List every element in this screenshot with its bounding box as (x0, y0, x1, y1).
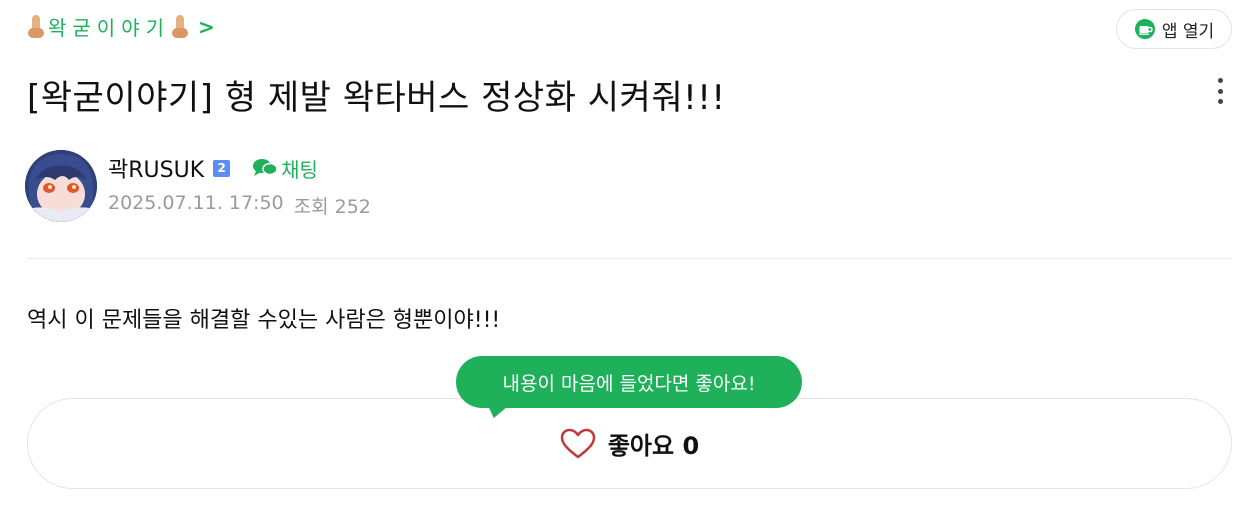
chat-bubbles-icon (253, 159, 278, 176)
like-tooltip: 내용이 마음에 들었다면 좋아요! (456, 356, 802, 408)
post-date: 2025.07.11. 17:50 (108, 192, 284, 214)
level-badge: 2 (213, 159, 231, 177)
chat-label: 채팅 (281, 157, 318, 182)
chevron-right-icon: > (198, 14, 215, 39)
board-link[interactable]: 왁굳이야기 > (28, 12, 215, 41)
author-row: 곽RUSUK 2 채팅 (108, 152, 318, 184)
board-name: 왁굳이야기 (48, 16, 170, 40)
open-app-button[interactable]: 앱 열기 (1116, 9, 1232, 49)
post-body: 역시 이 문제들을 해결할 수있는 사람은 형뿐이야!!! (27, 308, 501, 333)
nose-emoji-icon (28, 14, 44, 39)
post-meta: 2025.07.11. 17:50 조회 252 (108, 192, 371, 219)
heart-icon (560, 428, 596, 460)
view-count: 조회 252 (293, 196, 371, 218)
avatar[interactable] (25, 150, 97, 222)
post-title: [왁굳이야기] 형 제발 왁타버스 정상화 시켜줘!!! (27, 78, 726, 118)
like-count-label: 좋아요 0 (607, 432, 700, 460)
cup-icon (1134, 18, 1156, 40)
more-options-icon[interactable] (1210, 74, 1230, 108)
nose-emoji-icon (172, 14, 188, 39)
open-app-label: 앱 열기 (1161, 21, 1215, 42)
divider (27, 258, 1232, 259)
like-button[interactable]: 좋아요 0 (27, 398, 1232, 489)
chat-button[interactable]: 채팅 (252, 154, 318, 183)
author-name[interactable]: 곽RUSUK (108, 152, 204, 184)
